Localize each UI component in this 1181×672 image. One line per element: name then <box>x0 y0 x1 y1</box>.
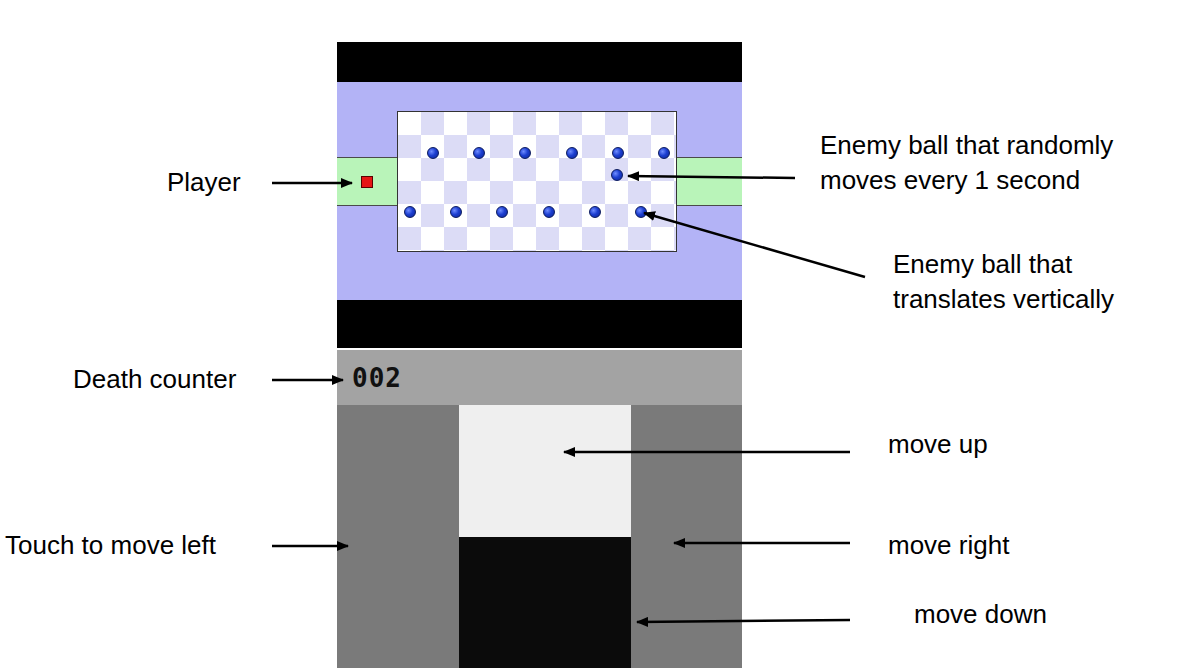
bottom-black-bar <box>337 300 742 348</box>
random-enemy-ball <box>611 169 623 181</box>
vertical-enemy-ball <box>658 147 670 159</box>
annotation-label: move right <box>888 528 1009 563</box>
arena <box>337 82 742 300</box>
vertical-enemy-ball <box>589 206 601 218</box>
bottom-screen: 002 <box>337 350 742 668</box>
playfield <box>397 111 677 252</box>
vertical-enemy-ball <box>635 206 647 218</box>
vertical-enemy-ball <box>450 206 462 218</box>
left-touch-pad[interactable] <box>337 405 459 668</box>
vertical-enemy-ball <box>404 206 416 218</box>
annotation-label: Enemy ball that randomly moves every 1 s… <box>820 128 1170 198</box>
vertical-enemy-ball <box>543 206 555 218</box>
up-touch-pad[interactable] <box>459 405 631 537</box>
vertical-enemy-ball <box>473 147 485 159</box>
annotation-arrow <box>272 379 343 382</box>
annotation-label: Player <box>167 165 241 200</box>
top-screen <box>337 42 742 348</box>
vertical-enemy-ball <box>519 147 531 159</box>
annotation-arrow <box>272 182 352 185</box>
top-black-bar <box>337 42 742 82</box>
touch-controls <box>337 405 742 668</box>
vertical-controls <box>459 405 631 668</box>
diagram: 002 Player Death counter Touch to move left… <box>0 0 1181 672</box>
down-touch-pad[interactable] <box>459 537 631 668</box>
annotation-arrow <box>628 176 795 178</box>
annotation-arrows <box>0 0 1181 672</box>
annotation-arrow <box>644 213 865 277</box>
annotation-arrow <box>674 542 850 545</box>
annotation-arrow <box>272 545 348 548</box>
annotation-label: Enemy ball that translates vertically <box>893 247 1173 317</box>
death-counter: 002 <box>352 363 402 393</box>
annotation-label: move up <box>888 427 988 462</box>
goal-zone <box>677 157 742 206</box>
vertical-enemy-ball <box>566 147 578 159</box>
annotation-label: Death counter <box>73 362 236 397</box>
start-zone <box>337 157 397 206</box>
vertical-enemy-ball <box>427 147 439 159</box>
player <box>361 176 373 188</box>
right-touch-pad[interactable] <box>631 405 742 668</box>
game-device: 002 <box>337 42 742 668</box>
annotation-label: Touch to move left <box>5 528 216 563</box>
annotation-label: move down <box>914 597 1047 632</box>
vertical-enemy-ball <box>612 147 624 159</box>
vertical-enemy-ball <box>496 206 508 218</box>
annotation-arrow <box>564 451 850 454</box>
annotation-arrow <box>637 620 850 622</box>
death-counter-bar: 002 <box>337 350 742 405</box>
